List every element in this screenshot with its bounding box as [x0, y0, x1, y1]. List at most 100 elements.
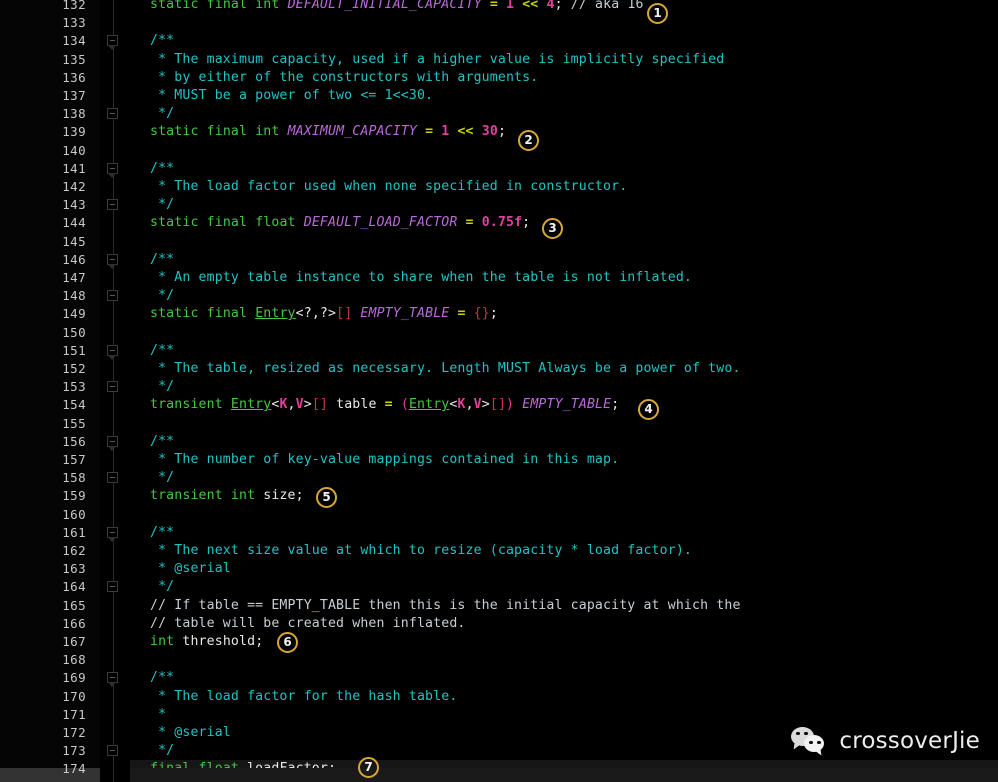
line-code[interactable]: int threshold;: [150, 633, 263, 651]
line-number: 139: [62, 124, 86, 140]
code-line[interactable]: 170 * The load factor for the hash table…: [0, 688, 998, 706]
code-line[interactable]: 132 static final int DEFAULT_INITIAL_CAPA…: [0, 0, 998, 14]
code-line[interactable]: 151 /**: [0, 342, 998, 360]
code-line[interactable]: 144 static final float DEFAULT_LOAD_FACTO…: [0, 214, 998, 232]
fold-end-icon[interactable]: [107, 108, 120, 121]
line-code[interactable]: * @serial: [150, 560, 231, 578]
fold-collapse-icon[interactable]: [107, 672, 120, 688]
line-code[interactable]: transient int size;: [150, 487, 304, 505]
code-line[interactable]: 169 /**: [0, 669, 998, 687]
line-code[interactable]: // If table == EMPTY_TABLE then this is …: [150, 597, 741, 615]
line-code[interactable]: /**: [150, 251, 174, 269]
code-line[interactable]: 162 * The next size value at which to re…: [0, 542, 998, 560]
code-line[interactable]: 163 * @serial: [0, 560, 998, 578]
code-line[interactable]: 147 * An empty table instance to share w…: [0, 269, 998, 287]
fold-collapse-icon[interactable]: [107, 35, 120, 51]
code-line[interactable]: 167 int threshold;: [0, 633, 998, 651]
fold-end-icon[interactable]: [107, 581, 120, 594]
line-code[interactable]: * The load factor for the hash table.: [150, 688, 457, 706]
line-code[interactable]: // table will be created when inflated.: [150, 615, 466, 633]
code-line[interactable]: 133: [0, 14, 998, 32]
fold-end-icon[interactable]: [107, 199, 120, 212]
code-line[interactable]: 164 */: [0, 578, 998, 596]
code-line[interactable]: 139 static final int MAXIMUM_CAPACITY = 1…: [0, 123, 998, 141]
fold-end-icon[interactable]: [107, 745, 120, 758]
line-code[interactable]: * by either of the constructors with arg…: [150, 69, 538, 87]
code-line[interactable]: 134 /**: [0, 32, 998, 50]
code-line[interactable]: 154 transient Entry<K,V>[] table = (Entry…: [0, 396, 998, 414]
code-line[interactable]: 171 *: [0, 706, 998, 724]
line-code[interactable]: static final int DEFAULT_INITIAL_CAPACIT…: [150, 0, 644, 14]
line-code[interactable]: * An empty table instance to share when …: [150, 269, 692, 287]
line-code[interactable]: /**: [150, 32, 174, 50]
line-code[interactable]: transient Entry<K,V>[] table = (Entry<K,…: [150, 396, 619, 414]
line-number: 138: [62, 106, 86, 122]
line-number: 174: [62, 761, 86, 777]
code-line[interactable]: 136 * by either of the constructors with…: [0, 69, 998, 87]
line-code[interactable]: * MUST be a power of two <= 1<<30.: [150, 87, 433, 105]
code-line[interactable]: 135 * The maximum capacity, used if a hi…: [0, 51, 998, 69]
fold-collapse-icon[interactable]: [107, 162, 120, 178]
code-line[interactable]: 150: [0, 324, 998, 342]
code-line[interactable]: 159 transient int size;: [0, 487, 998, 505]
line-code[interactable]: /**: [150, 433, 174, 451]
code-line[interactable]: 137 * MUST be a power of two <= 1<<30.: [0, 87, 998, 105]
code-line[interactable]: 138 */: [0, 105, 998, 123]
line-code[interactable]: /**: [150, 342, 174, 360]
line-number: 168: [62, 652, 86, 668]
code-line[interactable]: 145: [0, 233, 998, 251]
line-code[interactable]: * @serial: [150, 724, 231, 742]
code-line[interactable]: 146 /**: [0, 251, 998, 269]
code-line[interactable]: 143 */: [0, 196, 998, 214]
code-editor[interactable]: 132 static final int DEFAULT_INITIAL_CAPA…: [0, 0, 998, 782]
code-line[interactable]: 140: [0, 142, 998, 160]
line-code[interactable]: *: [150, 706, 166, 724]
code-line[interactable]: 148 */: [0, 287, 998, 305]
line-code[interactable]: */: [150, 287, 174, 305]
code-line[interactable]: 168: [0, 651, 998, 669]
line-number: 158: [62, 470, 86, 486]
line-code[interactable]: * The maximum capacity, used if a higher…: [150, 51, 724, 69]
code-line[interactable]: 160: [0, 506, 998, 524]
fold-collapse-icon[interactable]: [107, 253, 120, 269]
line-code[interactable]: static final int MAXIMUM_CAPACITY = 1 <<…: [150, 123, 506, 141]
code-line[interactable]: 149 static final Entry<?,?>[] EMPTY_TABLE…: [0, 305, 998, 323]
line-code[interactable]: */: [150, 469, 174, 487]
fold-end-icon[interactable]: [107, 381, 120, 394]
line-code[interactable]: * The table, resized as necessary. Lengt…: [150, 360, 741, 378]
fold-end-icon[interactable]: [107, 472, 120, 485]
line-code[interactable]: * The number of key-value mappings conta…: [150, 451, 619, 469]
code-line[interactable]: 156 /**: [0, 433, 998, 451]
line-code[interactable]: /**: [150, 160, 174, 178]
line-number: 151: [62, 342, 86, 358]
code-line[interactable]: 166 // table will be created when inflate…: [0, 615, 998, 633]
code-line[interactable]: 161 /**: [0, 524, 998, 542]
line-number: 150: [62, 324, 86, 340]
line-code[interactable]: * The load factor used when none specifi…: [150, 178, 627, 196]
line-code[interactable]: static final float DEFAULT_LOAD_FACTOR =…: [150, 214, 530, 232]
bottom-scrollbar-track[interactable]: [0, 768, 998, 782]
watermark-label: crossoverJie: [839, 728, 980, 754]
line-code[interactable]: */: [150, 378, 174, 396]
fold-collapse-icon[interactable]: [107, 526, 120, 542]
line-code[interactable]: */: [150, 105, 174, 123]
line-code[interactable]: /**: [150, 669, 174, 687]
code-line[interactable]: 141 /**: [0, 160, 998, 178]
line-code[interactable]: static final Entry<?,?>[] EMPTY_TABLE = …: [150, 305, 498, 323]
line-code[interactable]: */: [150, 578, 174, 596]
code-line[interactable]: 158 */: [0, 469, 998, 487]
fold-collapse-icon[interactable]: [107, 344, 120, 360]
code-line[interactable]: 157 * The number of key-value mappings c…: [0, 451, 998, 469]
code-line[interactable]: 165 // If table == EMPTY_TABLE then this …: [0, 597, 998, 615]
fold-collapse-icon[interactable]: [107, 435, 120, 451]
line-code[interactable]: */: [150, 742, 174, 760]
code-line[interactable]: 153 */: [0, 378, 998, 396]
line-code[interactable]: /**: [150, 524, 174, 542]
wechat-logo-icon: [791, 726, 829, 756]
code-line[interactable]: 155: [0, 415, 998, 433]
code-line[interactable]: 142 * The load factor used when none spe…: [0, 178, 998, 196]
line-code[interactable]: * The next size value at which to resize…: [150, 542, 692, 560]
code-line[interactable]: 152 * The table, resized as necessary. L…: [0, 360, 998, 378]
line-code[interactable]: */: [150, 196, 174, 214]
fold-end-icon[interactable]: [107, 290, 120, 303]
